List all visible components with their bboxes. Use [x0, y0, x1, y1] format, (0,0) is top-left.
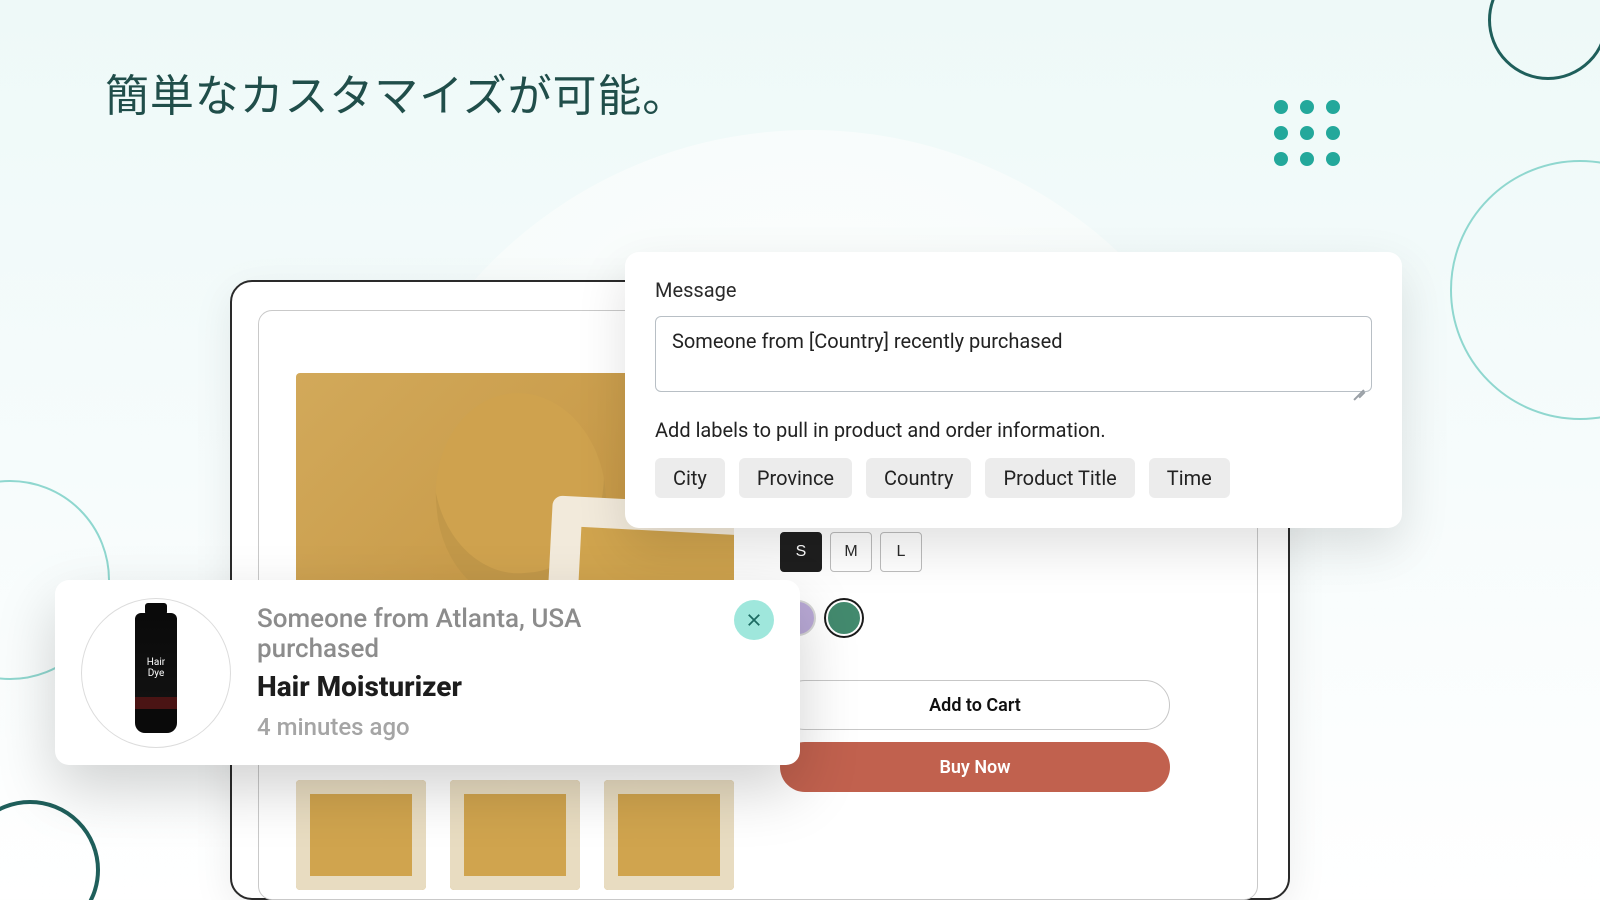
notification-product-title: Hair Moisturizer — [257, 670, 708, 703]
message-field-label: Message — [655, 278, 1372, 302]
buy-now-button[interactable]: Buy Now — [780, 742, 1170, 792]
message-editor-card: Message Add labels to pull in product an… — [625, 252, 1402, 528]
sales-notification-popup: Someone from Atlanta, USA purchased Hair… — [55, 580, 800, 765]
size-option-m[interactable]: M — [830, 532, 872, 572]
chip-product-title[interactable]: Product Title — [985, 458, 1134, 498]
product-thumbnail[interactable] — [450, 780, 580, 890]
product-thumbnail[interactable] — [604, 780, 734, 890]
page-headline: 簡単なカスタマイズが可能。 — [105, 60, 687, 124]
chip-province[interactable]: Province — [739, 458, 852, 498]
decor-circle-top-right — [1488, 0, 1600, 80]
size-option-s[interactable]: S — [780, 532, 822, 572]
product-thumbnail-row — [296, 780, 734, 890]
textarea-resize-grip-icon[interactable] — [1352, 382, 1366, 396]
product-thumbnail[interactable] — [296, 780, 426, 890]
decor-dot-grid — [1274, 100, 1340, 166]
notification-message-line: Someone from Atlanta, USA purchased — [257, 604, 708, 664]
label-chip-row: City Province Country Product Title Time — [655, 458, 1372, 498]
notification-product-image — [81, 598, 231, 748]
decor-circle-bottom-left — [0, 800, 100, 900]
add-to-cart-button[interactable]: Add to Cart — [780, 680, 1170, 730]
size-option-l[interactable]: L — [880, 532, 922, 572]
close-icon — [745, 611, 763, 629]
hair-dye-tube-icon — [135, 613, 177, 733]
decor-arc-right — [1450, 160, 1600, 420]
notification-timestamp: 4 minutes ago — [257, 713, 708, 741]
notification-body: Someone from Atlanta, USA purchased Hair… — [257, 604, 708, 741]
chip-city[interactable]: City — [655, 458, 725, 498]
label-hint-text: Add labels to pull in product and order … — [655, 418, 1372, 442]
color-swatch-green[interactable] — [826, 600, 862, 636]
purchase-buttons: Add to Cart Buy Now — [780, 680, 1170, 804]
message-textarea[interactable] — [655, 316, 1372, 392]
chip-time[interactable]: Time — [1149, 458, 1230, 498]
notification-close-button[interactable] — [734, 600, 774, 640]
chip-country[interactable]: Country — [866, 458, 971, 498]
